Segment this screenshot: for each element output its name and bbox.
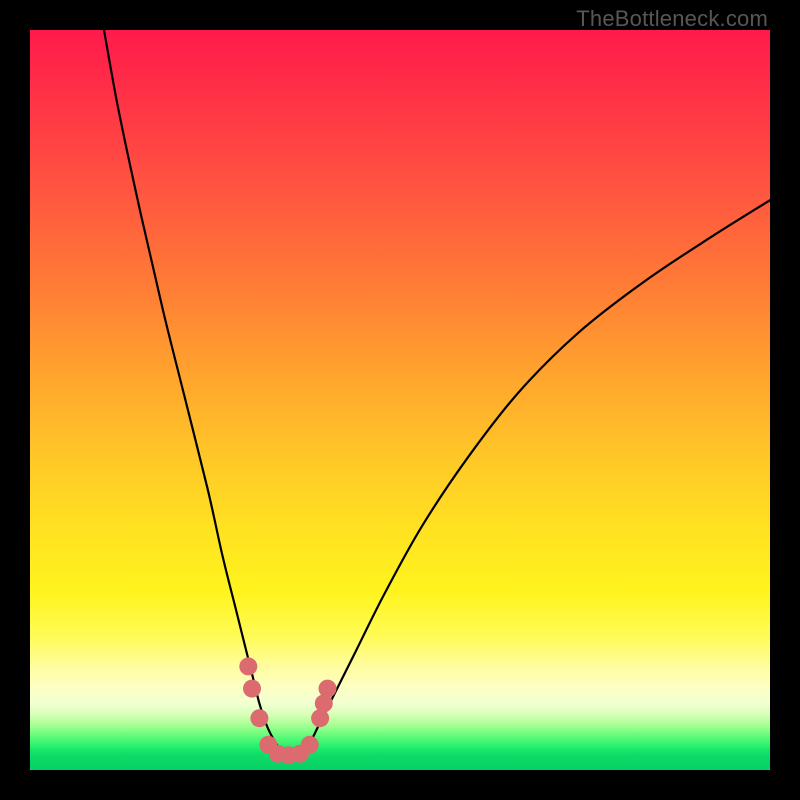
curve-layer xyxy=(30,30,770,770)
marker-dot xyxy=(250,709,268,727)
marker-dot xyxy=(319,680,337,698)
chart-frame: TheBottleneck.com xyxy=(0,0,800,800)
marker-dot xyxy=(239,657,257,675)
marker-dot xyxy=(243,680,261,698)
bottleneck-curve xyxy=(104,30,770,756)
plot-area xyxy=(30,30,770,770)
watermark-text: TheBottleneck.com xyxy=(576,6,768,32)
marker-group xyxy=(239,657,336,764)
marker-dot xyxy=(301,736,319,754)
